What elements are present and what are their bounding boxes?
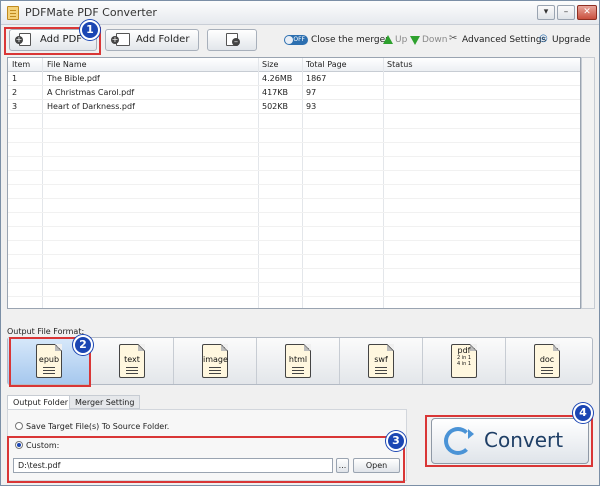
output-format-label: Output File Format: bbox=[7, 327, 85, 336]
text-file-icon: text bbox=[119, 344, 145, 378]
html-file-icon: html bbox=[285, 344, 311, 378]
empty-row-line bbox=[8, 156, 580, 157]
cell-total-page: 1867 bbox=[306, 74, 327, 83]
table-scrollbar[interactable] bbox=[581, 57, 595, 309]
upgrade-link[interactable]: Upgrade bbox=[552, 35, 590, 45]
cell-item: 2 bbox=[12, 88, 18, 97]
format-bar: epub text image html swf pdf 2 in 1 4 in… bbox=[7, 337, 593, 385]
step-badge-1: 1 bbox=[80, 20, 100, 40]
pdf-file-icon: pdf 2 in 1 4 in 1 bbox=[451, 344, 477, 378]
doc-file-icon: doc bbox=[534, 344, 560, 378]
format-label: doc bbox=[539, 355, 555, 364]
format-text-button[interactable]: text bbox=[91, 338, 174, 384]
column-header-size[interactable]: Size bbox=[262, 60, 278, 69]
settings-tools-icon: ✂ bbox=[449, 33, 458, 44]
cell-size: 502KB bbox=[262, 102, 289, 111]
empty-row-line bbox=[8, 198, 580, 199]
merger-toggle[interactable]: OFF bbox=[284, 35, 308, 45]
table-row[interactable]: 1 The Bible.pdf 4.26MB 1867 bbox=[8, 72, 580, 86]
step-badge-3: 3 bbox=[386, 431, 406, 451]
cell-total-page: 93 bbox=[306, 102, 317, 111]
empty-row-line bbox=[8, 240, 580, 241]
save-to-source-radio[interactable] bbox=[15, 422, 23, 430]
pdf-merge-note: 2 in 1 4 in 1 bbox=[456, 355, 472, 367]
swf-file-icon: swf bbox=[368, 344, 394, 378]
empty-row-line bbox=[8, 226, 580, 227]
empty-row-line bbox=[8, 142, 580, 143]
empty-row-line bbox=[8, 282, 580, 283]
empty-row-line bbox=[8, 268, 580, 269]
format-doc-button[interactable]: doc bbox=[506, 338, 589, 384]
down-button[interactable]: Down bbox=[422, 35, 448, 45]
column-header-status[interactable]: Status bbox=[387, 60, 413, 69]
format-html-button[interactable]: html bbox=[257, 338, 340, 384]
column-header-file-name[interactable]: File Name bbox=[47, 60, 87, 69]
step-badge-2: 2 bbox=[73, 335, 93, 355]
format-label: swf bbox=[374, 355, 388, 364]
empty-row-line bbox=[8, 254, 580, 255]
step-badge-4: 4 bbox=[573, 403, 593, 423]
cell-size: 417KB bbox=[262, 88, 289, 97]
remove-file-icon: – bbox=[224, 33, 242, 47]
save-to-source-label[interactable]: Save Target File(s) To Source Folder. bbox=[26, 422, 169, 431]
empty-row-line bbox=[8, 296, 580, 297]
format-pdf-button[interactable]: pdf 2 in 1 4 in 1 bbox=[423, 338, 506, 384]
format-label: pdf bbox=[457, 346, 471, 355]
close-button[interactable]: ✕ bbox=[577, 5, 597, 20]
app-logo-icon bbox=[7, 6, 19, 20]
empty-row-line bbox=[8, 184, 580, 185]
upgrade-globe-icon: ◎ bbox=[539, 33, 548, 44]
empty-row-line bbox=[8, 212, 580, 213]
add-folder-label: Add Folder bbox=[136, 34, 190, 45]
tab-merger-setting[interactable]: Merger Setting bbox=[69, 395, 141, 409]
cell-file-name: Heart of Darkness.pdf bbox=[47, 102, 135, 111]
tab-output-folder[interactable]: Output Folder bbox=[7, 395, 75, 409]
app-window: PDFMate PDF Converter ▾ – ✕ + Add PDF + … bbox=[0, 0, 600, 486]
remove-button[interactable]: – bbox=[207, 29, 257, 51]
menu-dropdown-button[interactable]: ▾ bbox=[537, 5, 555, 20]
close-merger-link[interactable]: Close the merger bbox=[311, 35, 389, 45]
highlight-convert bbox=[425, 415, 593, 467]
cell-total-page: 97 bbox=[306, 88, 317, 97]
file-table[interactable]: Item File Name Size Total Page Status 1 … bbox=[7, 57, 581, 309]
format-label: image bbox=[203, 355, 228, 364]
image-file-icon: image bbox=[202, 344, 228, 378]
cell-file-name: The Bible.pdf bbox=[47, 74, 100, 83]
up-button[interactable]: Up bbox=[395, 35, 407, 45]
add-folder-icon: + bbox=[111, 33, 130, 47]
minimize-button[interactable]: – bbox=[557, 5, 575, 20]
highlight-output-folder bbox=[7, 436, 405, 483]
format-label: text bbox=[124, 355, 140, 364]
add-folder-button[interactable]: + Add Folder bbox=[105, 29, 199, 51]
window-title: PDFMate PDF Converter bbox=[25, 6, 157, 19]
column-header-total-page[interactable]: Total Page bbox=[306, 60, 347, 69]
table-row[interactable]: 3 Heart of Darkness.pdf 502KB 93 bbox=[8, 100, 580, 114]
advanced-settings-link[interactable]: Advanced Settings bbox=[462, 35, 546, 45]
cell-item: 1 bbox=[12, 74, 18, 83]
cell-size: 4.26MB bbox=[262, 74, 293, 83]
cell-item: 3 bbox=[12, 102, 18, 111]
up-arrow-icon bbox=[383, 35, 393, 44]
empty-row-line bbox=[8, 128, 580, 129]
table-header: Item File Name Size Total Page Status bbox=[8, 58, 580, 72]
down-arrow-icon bbox=[410, 36, 420, 45]
table-row[interactable]: 2 A Christmas Carol.pdf 417KB 97 bbox=[8, 86, 580, 100]
cell-file-name: A Christmas Carol.pdf bbox=[47, 88, 135, 97]
column-header-item[interactable]: Item bbox=[12, 60, 30, 69]
format-swf-button[interactable]: swf bbox=[340, 338, 423, 384]
format-label: html bbox=[288, 355, 308, 364]
empty-row-line bbox=[8, 170, 580, 171]
format-image-button[interactable]: image bbox=[174, 338, 257, 384]
